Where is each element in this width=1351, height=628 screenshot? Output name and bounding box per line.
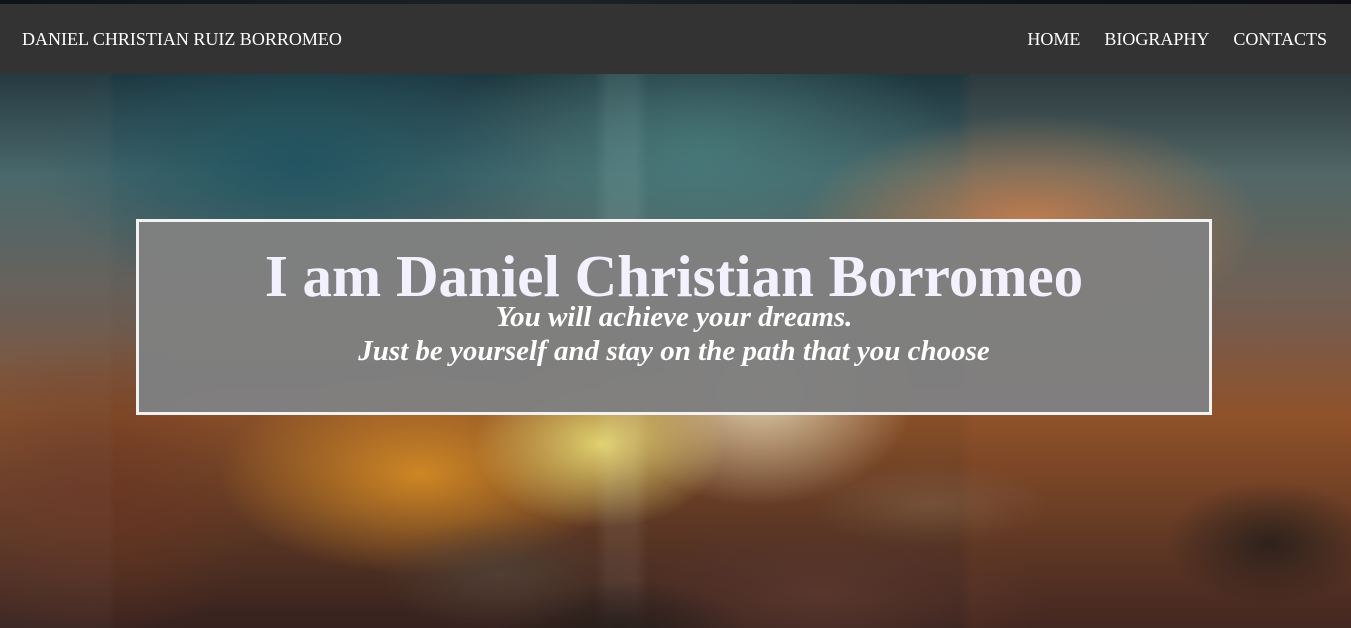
nav-home-link[interactable]: HOME — [1027, 28, 1080, 50]
intro-box: I am Daniel Christian Borromeo You will … — [136, 219, 1212, 415]
hero-section: I am Daniel Christian Borromeo You will … — [0, 74, 1351, 628]
brand-name[interactable]: DANIEL CHRISTIAN RUIZ BORROMEO — [22, 28, 342, 50]
hero-title: I am Daniel Christian Borromeo — [264, 243, 1084, 309]
main-navigation: HOME BIOGRAPHY CONTACTS — [1027, 28, 1327, 50]
top-navigation-bar: DANIEL CHRISTIAN RUIZ BORROMEO HOME BIOG… — [0, 4, 1351, 74]
nav-contacts-link[interactable]: CONTACTS — [1233, 28, 1327, 50]
nav-biography-link[interactable]: BIOGRAPHY — [1104, 28, 1209, 50]
hero-subtitle-line-2: Just be yourself and stay on the path th… — [358, 335, 990, 367]
web-page: DANIEL CHRISTIAN RUIZ BORROMEO HOME BIOG… — [0, 0, 1351, 628]
